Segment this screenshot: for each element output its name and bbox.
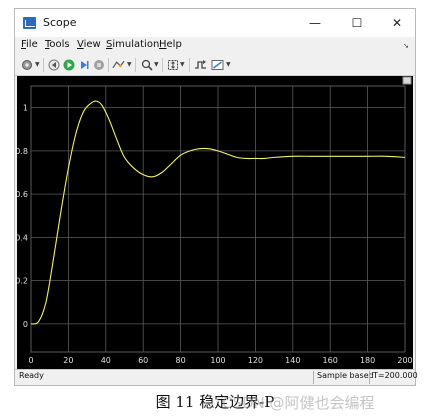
status-text: Ready: [19, 371, 44, 380]
menu-simulation[interactable]: Simulation: [106, 39, 159, 50]
toolbar-separator: [162, 58, 163, 72]
x-tick-label: 120: [248, 356, 263, 365]
menu-help-label: elp: [166, 39, 182, 50]
step-back-icon[interactable]: [47, 58, 60, 71]
menu-file[interactable]: File: [21, 39, 38, 50]
settings-dropdown-arrow-icon[interactable]: ▼: [35, 61, 40, 68]
toolbar-separator: [189, 58, 190, 72]
step-forward-icon[interactable]: [77, 58, 90, 71]
y-tick-label: 0.8: [17, 147, 28, 156]
toolbar: ▼ ▼ ▼ ▼ ▼: [15, 55, 415, 76]
y-tick-label: 1: [23, 104, 28, 113]
scope-chart[interactable]: 0 20 40 60 80 100 120 140 160 180 200 0 0.2 0.4 0.6 0.8…: [15, 76, 413, 371]
toolbar-separator: [43, 58, 44, 72]
scope-plot-area[interactable]: 0 20 40 60 80 100 120 140 160 180 200 0 0.2 0.4 0.6 0.8…: [15, 76, 413, 371]
x-tick-label: 40: [101, 356, 111, 365]
menu-tools-label: ools: [49, 39, 70, 50]
menu-view-mnemonic: V: [77, 39, 84, 50]
y-tick-label: 0.4: [17, 233, 28, 242]
y-tick-label: 0.2: [17, 277, 28, 286]
measurement-dropdown-arrow-icon[interactable]: ▼: [226, 61, 231, 68]
trigger-icon[interactable]: [194, 58, 207, 71]
x-tick-label: 80: [176, 356, 186, 365]
scope-window: Scope — ☐ ✕ File Tools View Simulation H…: [14, 8, 418, 386]
highlight-icon[interactable]: [112, 58, 125, 71]
run-icon[interactable]: [62, 58, 75, 71]
menu-bar: File Tools View Simulation Help ➘: [15, 37, 415, 55]
close-button[interactable]: ✕: [377, 9, 417, 37]
x-tick-label: 160: [323, 356, 338, 365]
menu-help[interactable]: Help: [159, 39, 182, 50]
menu-view[interactable]: View: [77, 39, 101, 50]
highlight-dropdown-arrow-icon[interactable]: ▼: [127, 61, 132, 68]
menu-tools[interactable]: Tools: [45, 39, 70, 50]
status-bar: Ready Sample based T=200.000: [15, 369, 418, 385]
zoom-dropdown-arrow-icon[interactable]: ▼: [154, 61, 159, 68]
x-tick-label: 200: [397, 356, 412, 365]
menu-view-label: iew: [83, 39, 101, 50]
menu-file-label: ile: [26, 39, 38, 50]
autoscale-dropdown-arrow-icon[interactable]: ▼: [180, 61, 185, 68]
scope-app-icon: [23, 17, 36, 29]
x-tick-label: 180: [360, 356, 375, 365]
y-tick-label: 0.6: [17, 190, 28, 199]
stop-icon[interactable]: [92, 58, 105, 71]
toolbar-separator: [135, 58, 136, 72]
toolbar-separator: [108, 58, 109, 72]
watermark: CSDN @阿健也会编程: [222, 394, 375, 412]
menu-help-mnemonic: H: [159, 39, 167, 50]
status-sim-time: T=200.000: [369, 371, 418, 384]
window-title: Scope: [43, 16, 77, 29]
title-bar[interactable]: Scope — ☐ ✕: [15, 9, 415, 37]
maximize-button[interactable]: ☐: [337, 9, 377, 37]
settings-gear-icon[interactable]: [20, 58, 33, 71]
status-sample-mode: Sample based: [313, 371, 374, 384]
x-tick-label: 0: [28, 356, 33, 365]
y-tick-label: 0: [23, 320, 28, 329]
measurement-icon[interactable]: [211, 58, 224, 71]
menu-dock-arrow-icon[interactable]: ➘: [403, 42, 409, 50]
menu-simulation-label: imulation: [112, 39, 160, 50]
autoscale-icon[interactable]: [166, 58, 179, 71]
minimize-button[interactable]: —: [295, 9, 335, 37]
x-tick-label: 20: [63, 356, 73, 365]
axes-maximize-icon[interactable]: [402, 76, 412, 85]
zoom-icon[interactable]: [140, 58, 153, 71]
x-tick-label: 60: [138, 356, 148, 365]
x-tick-label: 140: [285, 356, 300, 365]
x-tick-label: 100: [210, 356, 225, 365]
